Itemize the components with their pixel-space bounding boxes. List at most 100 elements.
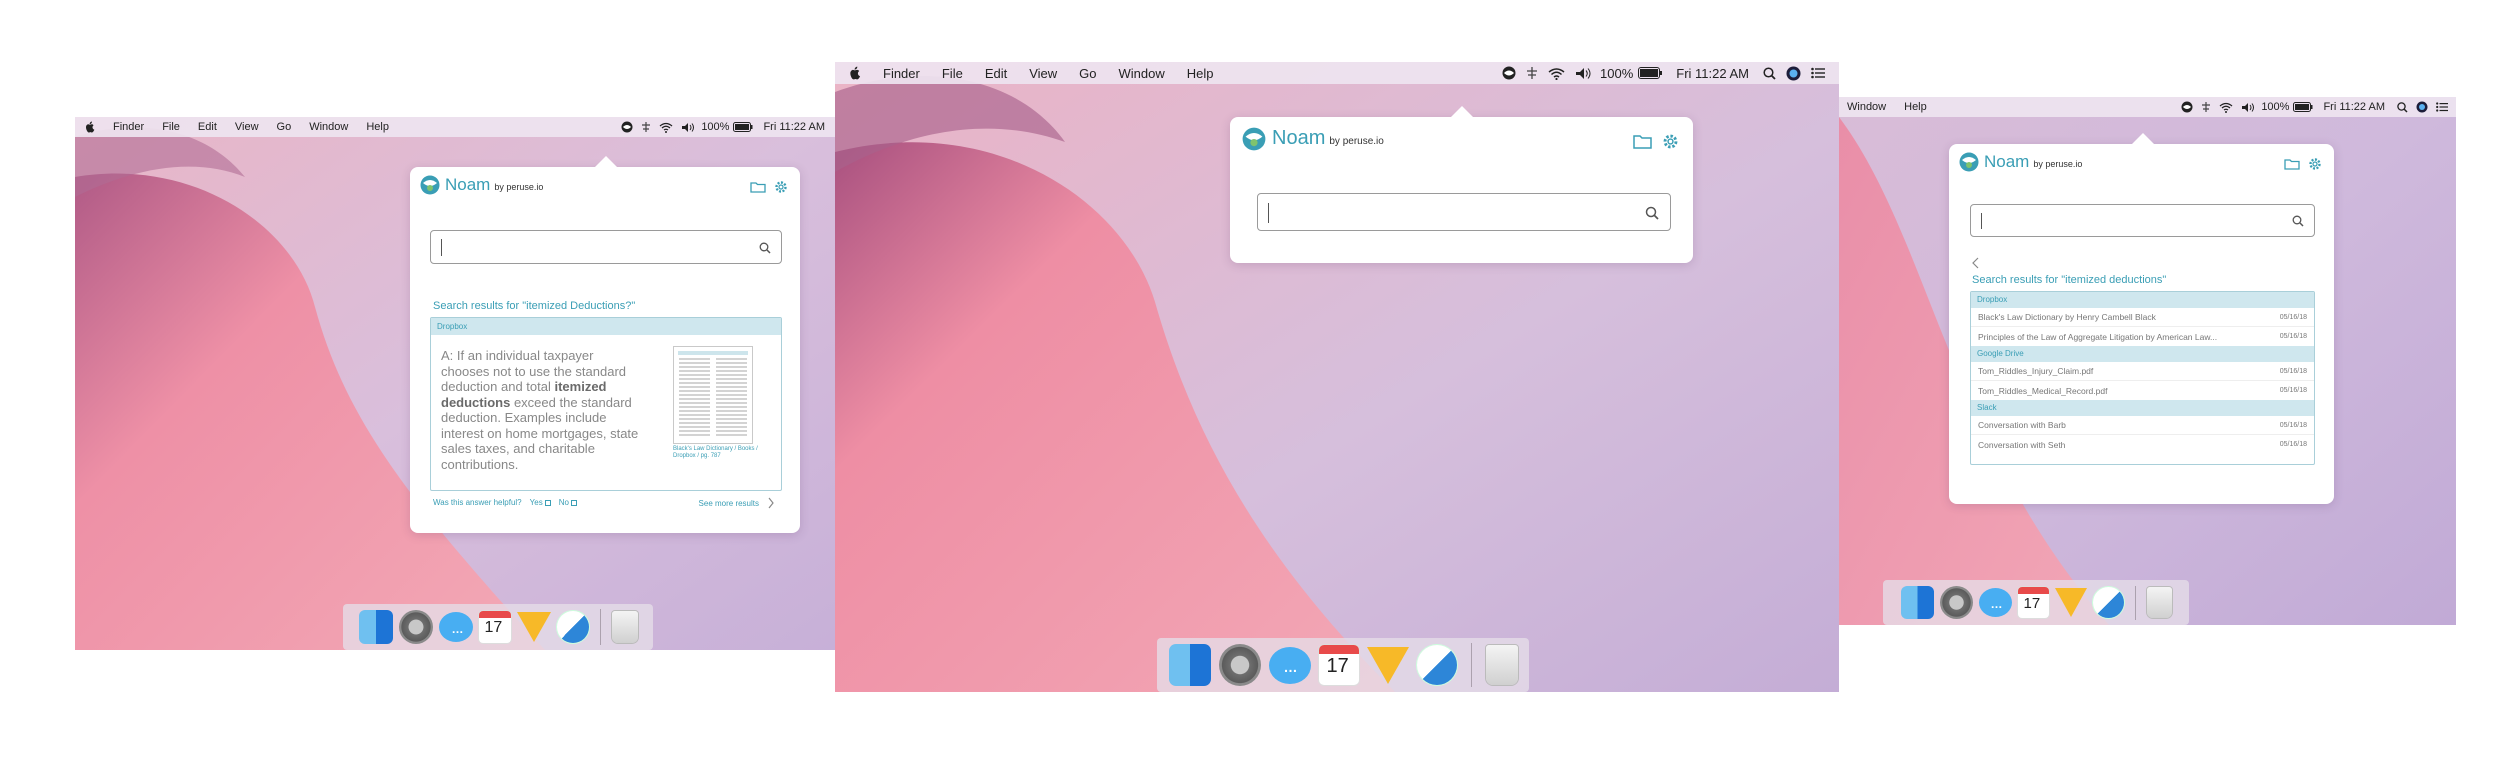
- menu-finder[interactable]: Finder: [883, 66, 920, 81]
- menu-file[interactable]: File: [942, 66, 963, 81]
- sketch-icon[interactable]: [1366, 646, 1409, 684]
- result-date: 05/16/18: [2279, 313, 2307, 321]
- result-title: Tom_Riddles_Medical_Record.pdf: [1978, 385, 2108, 396]
- messages-icon[interactable]: …: [1268, 646, 1311, 684]
- result-row[interactable]: Black's Law Dictionary by Henry Cambell …: [1971, 308, 2314, 327]
- apple-menu-icon[interactable]: [849, 66, 861, 80]
- search-icon[interactable]: [2292, 215, 2304, 227]
- results-list: Dropbox Black's Law Dictionary by Henry …: [1970, 291, 2315, 465]
- clock[interactable]: Fri 11:22 AM: [763, 121, 825, 133]
- clock[interactable]: Fri 11:22 AM: [2323, 101, 2385, 113]
- feedback-yes-checkbox[interactable]: [544, 499, 551, 506]
- sketch-icon[interactable]: [2054, 588, 2087, 617]
- volume-icon[interactable]: [2241, 102, 2255, 113]
- wifi-icon[interactable]: [1548, 67, 1565, 80]
- popover-arrow: [1450, 106, 1474, 118]
- noam-menubar-icon[interactable]: [621, 121, 633, 133]
- search-input[interactable]: [430, 230, 782, 264]
- spotlight-search-icon[interactable]: [2397, 101, 2408, 113]
- noam-menubar-icon[interactable]: [2181, 101, 2193, 113]
- result-row[interactable]: Tom_Riddles_Injury_Claim.pdf 05/16/18: [1971, 362, 2314, 381]
- calendar-icon[interactable]: 17: [478, 611, 511, 643]
- search-icon[interactable]: [759, 242, 771, 254]
- menu-window[interactable]: Window: [1847, 101, 1886, 113]
- result-row[interactable]: Conversation with Seth 05/16/18: [1971, 435, 2314, 454]
- document-caption[interactable]: Black's Law Dictionary / Books / Dropbox…: [673, 446, 763, 460]
- menu-help[interactable]: Help: [1187, 66, 1214, 81]
- system-preferences-icon[interactable]: [1218, 644, 1261, 686]
- calendar-icon[interactable]: 17: [1318, 645, 1359, 685]
- screen-left: Finder File Edit View Go Window Help 100…: [75, 117, 835, 650]
- folder-icon[interactable]: [2284, 158, 2300, 170]
- feedback-no-checkbox[interactable]: [570, 499, 577, 506]
- menu-file[interactable]: File: [162, 121, 180, 133]
- calendar-icon[interactable]: 17: [2017, 587, 2049, 618]
- spotlight-search-icon[interactable]: [1763, 66, 1776, 80]
- search-input[interactable]: [1970, 204, 2315, 237]
- folder-icon[interactable]: [750, 181, 766, 193]
- menu-view[interactable]: View: [1029, 66, 1057, 81]
- trash-icon[interactable]: [1485, 645, 1518, 685]
- gear-icon[interactable]: [2308, 157, 2322, 171]
- finder-icon[interactable]: [1900, 586, 1934, 619]
- menu-go[interactable]: Go: [1079, 66, 1096, 81]
- accessibility-icon[interactable]: [2201, 101, 2211, 113]
- noam-app-icon[interactable]: [2092, 587, 2124, 618]
- back-chevron-icon[interactable]: [1971, 257, 1981, 269]
- clock[interactable]: Fri 11:22 AM: [1676, 66, 1749, 81]
- siri-icon[interactable]: [1786, 66, 1801, 81]
- accessibility-icon[interactable]: [641, 121, 651, 133]
- menu-help[interactable]: Help: [366, 121, 389, 133]
- menu-finder[interactable]: Finder: [113, 121, 144, 133]
- messages-icon[interactable]: …: [438, 612, 473, 642]
- volume-icon[interactable]: [681, 122, 695, 133]
- result-row[interactable]: Principles of the Law of Aggregate Litig…: [1971, 327, 2314, 346]
- battery-percent: 100%: [1600, 65, 1634, 81]
- text-caret: [441, 239, 442, 256]
- menu-help[interactable]: Help: [1904, 101, 1927, 113]
- search-input[interactable]: [1257, 193, 1671, 231]
- noam-app-icon[interactable]: [556, 611, 589, 643]
- screen-right: Window Help 100% Fri 11:22 AM Noam by pe…: [1839, 97, 2456, 625]
- dock: … 17: [1883, 580, 2189, 625]
- menu-view[interactable]: View: [235, 121, 259, 133]
- system-preferences-icon[interactable]: [1939, 586, 1973, 619]
- battery-icon[interactable]: [2293, 102, 2313, 112]
- wifi-icon[interactable]: [2219, 102, 2233, 113]
- result-row[interactable]: Tom_Riddles_Medical_Record.pdf 05/16/18: [1971, 381, 2314, 400]
- finder-icon[interactable]: [358, 610, 393, 644]
- trash-icon[interactable]: [2146, 587, 2172, 618]
- apple-menu-icon[interactable]: [85, 121, 95, 133]
- battery-icon[interactable]: [1638, 67, 1663, 79]
- search-icon[interactable]: [1645, 206, 1659, 220]
- noam-logo-icon: [1959, 152, 1979, 172]
- messages-icon[interactable]: …: [1978, 588, 2012, 617]
- menu-edit[interactable]: Edit: [985, 66, 1007, 81]
- gear-icon[interactable]: [1662, 133, 1679, 150]
- wifi-icon[interactable]: [659, 122, 673, 133]
- folder-icon[interactable]: [1633, 134, 1652, 149]
- menu-window[interactable]: Window: [1119, 66, 1165, 81]
- trash-icon[interactable]: [611, 611, 638, 643]
- menu-window[interactable]: Window: [309, 121, 348, 133]
- result-row[interactable]: Conversation with Barb 05/16/18: [1971, 416, 2314, 435]
- menu-edit[interactable]: Edit: [198, 121, 217, 133]
- result-title: Conversation with Barb: [1978, 420, 2066, 430]
- noam-brand: Noam by peruse.io: [1959, 152, 2082, 172]
- document-thumbnail[interactable]: [673, 346, 753, 444]
- menubar: Finder File Edit View Go Window Help 100…: [75, 117, 835, 137]
- see-more-results-link[interactable]: See more results: [699, 497, 775, 509]
- sketch-icon[interactable]: [516, 612, 551, 642]
- system-preferences-icon[interactable]: [398, 610, 433, 644]
- siri-icon[interactable]: [2416, 101, 2428, 113]
- notification-center-icon[interactable]: [1811, 67, 1825, 79]
- finder-icon[interactable]: [1168, 644, 1211, 686]
- notification-center-icon[interactable]: [2436, 102, 2448, 112]
- menu-go[interactable]: Go: [277, 121, 292, 133]
- noam-menubar-icon[interactable]: [1502, 66, 1516, 80]
- accessibility-icon[interactable]: [1526, 66, 1538, 80]
- battery-icon[interactable]: [733, 122, 753, 132]
- volume-icon[interactable]: [1575, 67, 1592, 80]
- gear-icon[interactable]: [774, 180, 788, 194]
- noam-app-icon[interactable]: [1416, 645, 1457, 685]
